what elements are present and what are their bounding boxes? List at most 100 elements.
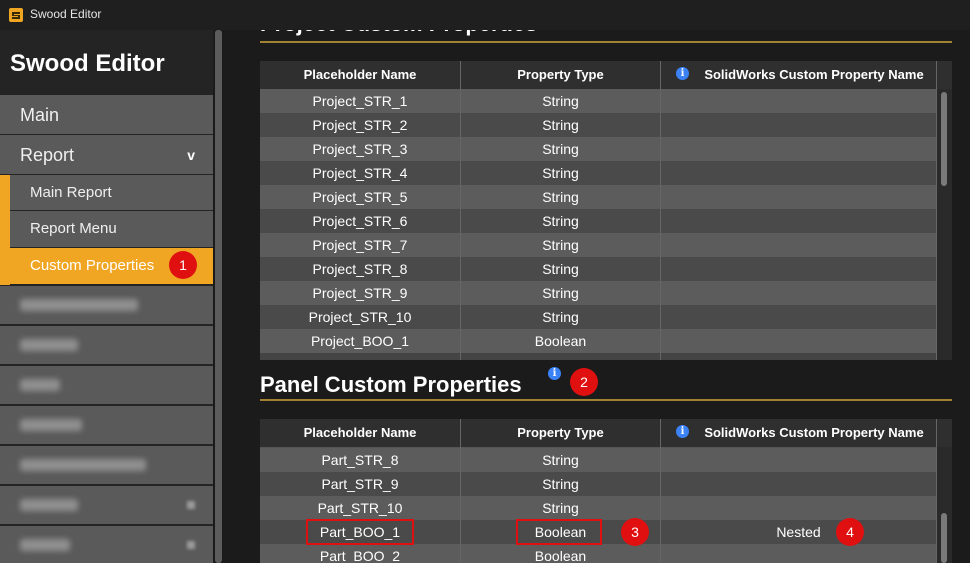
redacted-icon [187, 541, 195, 549]
solidworks-property-cell[interactable] [661, 496, 936, 520]
redacted-label [20, 299, 138, 311]
table-row[interactable]: Project_STR_2 String [260, 113, 937, 137]
table-row[interactable]: Project_STR_5 String [260, 185, 937, 209]
column-header[interactable]: Property Type [461, 61, 660, 89]
placeholder-name-cell: Project_STR_7 [312, 237, 408, 253]
column-header[interactable]: Property Type [461, 419, 660, 447]
placeholder-name-cell: Part_BOO_2 [319, 548, 401, 563]
property-type-cell: String [542, 189, 579, 205]
table-row[interactable]: Part_STR_10 String [260, 496, 937, 520]
table-row[interactable]: Project_STR_10 String [260, 305, 937, 329]
redacted-label [20, 339, 78, 351]
sidebar-item-redacted[interactable] [0, 446, 213, 484]
sidebar-scrollbar-thumb[interactable] [215, 30, 222, 563]
column-divider [660, 419, 661, 563]
property-type-cell: Boolean [534, 548, 587, 563]
table-scrollbar-thumb[interactable] [941, 513, 947, 563]
title-bar-overlay: Swood Editor [0, 0, 970, 30]
chevron-down-icon[interactable]: v [187, 147, 195, 163]
main-scrollbar[interactable] [952, 30, 970, 563]
sidebar-item-redacted[interactable] [0, 366, 213, 404]
redacted-label [20, 459, 146, 471]
placeholder-name-cell: Project_STR_6 [312, 213, 408, 229]
table-scrollbar[interactable] [937, 89, 952, 360]
annotation-badge-3: 3 [621, 518, 649, 546]
sidebar-item-redacted[interactable] [0, 526, 213, 563]
placeholder-name-cell: Project_STR_9 [312, 285, 408, 301]
solidworks-property-cell[interactable] [661, 448, 936, 472]
table-row[interactable]: Project_STR_8 String [260, 257, 937, 281]
highlight-box-property-type [516, 519, 602, 545]
table-row[interactable]: Project_STR_3 String [260, 137, 937, 161]
column-header[interactable]: SolidWorks Custom Property Name [694, 419, 934, 447]
property-type-cell: String [542, 452, 579, 468]
table-row[interactable]: Project_STR_7 String [260, 233, 937, 257]
sidebar-item-main[interactable]: Main [0, 95, 213, 134]
solidworks-property-cell[interactable] [661, 329, 936, 353]
table-row[interactable]: Part_STR_9 String [260, 472, 937, 496]
column-divider [660, 61, 661, 360]
table-scrollbar[interactable] [937, 447, 952, 563]
solidworks-property-cell[interactable] [661, 305, 936, 329]
info-icon[interactable]: i [548, 367, 561, 380]
table-row[interactable]: Part_BOO_2 Boolean [260, 544, 937, 563]
sidebar-scrollbar[interactable] [213, 30, 225, 563]
table-row[interactable]: Project_STR_1 String [260, 89, 937, 113]
placeholder-name-cell: Part_STR_8 [321, 452, 399, 468]
info-icon[interactable]: i [676, 67, 689, 80]
table-row[interactable]: Project_STR_9 String [260, 281, 937, 305]
section-divider [260, 399, 970, 401]
sidebar-item-label: Custom Properties [30, 257, 155, 274]
placeholder-name-cell: Project_STR_5 [312, 189, 408, 205]
sidebar-item-report[interactable]: Report v [0, 135, 213, 174]
redacted-label [20, 539, 70, 551]
column-header[interactable]: Placeholder Name [260, 61, 460, 89]
sidebar-item-report-menu[interactable]: Report Menu [10, 211, 213, 247]
redacted-label [20, 499, 78, 511]
property-type-cell: String [542, 261, 579, 277]
annotation-badge-1: 1 [169, 251, 197, 279]
solidworks-property-cell[interactable] [661, 137, 936, 161]
column-header[interactable]: Placeholder Name [260, 419, 460, 447]
solidworks-property-cell[interactable] [661, 89, 936, 113]
solidworks-property-cell[interactable] [661, 233, 936, 257]
solidworks-property-cell[interactable] [661, 161, 936, 185]
highlight-box-placeholder [306, 519, 414, 545]
table-row[interactable]: Part_STR_8 String [260, 448, 937, 472]
sidebar-item-redacted[interactable] [0, 286, 213, 324]
sidebar-item-redacted[interactable] [0, 326, 213, 364]
panel-section-title: Panel Custom Properties [260, 372, 522, 397]
solidworks-property-cell[interactable] [661, 257, 936, 281]
placeholder-name-cell: Part_STR_9 [321, 476, 399, 492]
placeholder-name-cell: Project_STR_10 [308, 309, 412, 325]
property-type-cell: String [542, 309, 579, 325]
sidebar-item-redacted[interactable] [0, 406, 213, 444]
redacted-icon [187, 501, 195, 509]
solidworks-property-cell[interactable]: Nested [661, 520, 936, 544]
solidworks-property-cell[interactable] [661, 113, 936, 137]
sidebar-item-main-report[interactable]: Main Report [10, 175, 213, 210]
redacted-label [20, 379, 60, 391]
section-divider [260, 41, 970, 43]
property-type-cell: String [542, 285, 579, 301]
info-icon[interactable]: i [676, 425, 689, 438]
table-row[interactable]: Project_STR_6 String [260, 209, 937, 233]
property-type-cell: String [542, 93, 579, 109]
property-type-cell: String [542, 500, 579, 516]
placeholder-name-cell: Part_STR_10 [317, 500, 403, 516]
table-scrollbar-thumb[interactable] [941, 92, 947, 186]
solidworks-property-cell[interactable] [661, 185, 936, 209]
sidebar-title: Swood Editor [10, 50, 165, 77]
solidworks-property-cell[interactable] [661, 472, 936, 496]
window-title: Swood Editor [30, 7, 102, 21]
column-header[interactable]: SolidWorks Custom Property Name [694, 61, 934, 89]
solidworks-property-cell[interactable] [661, 544, 936, 563]
table-row[interactable]: Project_STR_4 String [260, 161, 937, 185]
table-row[interactable]: Project_BOO_1 Boolean [260, 329, 937, 353]
solidworks-property-cell[interactable] [661, 209, 936, 233]
sidebar-item-label: Report Menu [30, 220, 117, 237]
sidebar-item-redacted[interactable] [0, 486, 213, 524]
solidworks-property-cell[interactable] [661, 281, 936, 305]
table-header: Placeholder Name Property Type i SolidWo… [260, 419, 952, 448]
property-type-cell: String [542, 476, 579, 492]
